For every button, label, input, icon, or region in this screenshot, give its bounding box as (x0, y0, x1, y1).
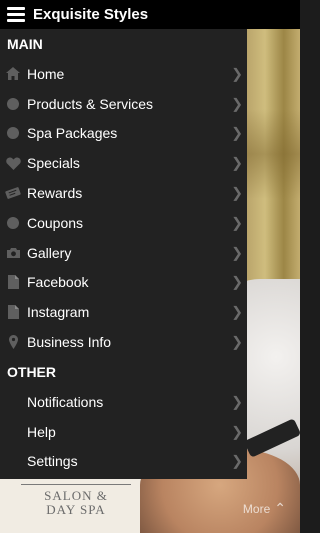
menu-icon[interactable] (3, 0, 29, 29)
camera-icon (0, 247, 26, 259)
chevron-right-icon: ❯ (231, 124, 243, 141)
home-icon (0, 67, 26, 81)
drawer-item-home[interactable]: Home ❯ (0, 59, 247, 89)
chevron-right-icon: ❯ (231, 65, 243, 82)
drawer-item-label: Settings (27, 453, 78, 470)
app-bar: Exquisite Styles (0, 0, 300, 29)
drawer-item-label: Coupons (27, 214, 84, 231)
drawer-item-label: Products & Services (27, 95, 154, 112)
heart-icon (0, 157, 26, 170)
drawer-item-help[interactable]: Help ❯ (0, 417, 247, 447)
section-header-main: MAIN (7, 36, 43, 52)
logo-line-2: DAY SPA (46, 502, 106, 517)
chevron-right-icon: ❯ (231, 184, 243, 201)
document-icon (0, 305, 26, 320)
chevron-up-icon: ⌃ (274, 500, 286, 516)
more-button[interactable]: More ⌃ (243, 500, 286, 517)
drawer-item-spa-packages[interactable]: Spa Packages ❯ (0, 119, 247, 149)
drawer-item-label: Home (27, 65, 65, 82)
drawer-item-notifications[interactable]: Notifications ❯ (0, 387, 247, 417)
circle-icon (0, 97, 26, 110)
drawer-item-rewards[interactable]: Rewards ❯ (0, 178, 247, 208)
chevron-right-icon: ❯ (231, 452, 243, 469)
chevron-right-icon: ❯ (231, 393, 243, 410)
drawer-item-settings[interactable]: Settings ❯ (0, 447, 247, 477)
document-icon (0, 275, 26, 290)
drawer-item-label: Notifications (27, 393, 104, 410)
chevron-right-icon: ❯ (231, 423, 243, 440)
chevron-right-icon: ❯ (231, 333, 243, 350)
chevron-right-icon: ❯ (231, 303, 243, 320)
chevron-right-icon: ❯ (231, 214, 243, 231)
chevron-right-icon: ❯ (231, 244, 243, 261)
salon-logo: SALON & DAY SPA (16, 484, 136, 517)
drawer-item-label: Business Info (27, 334, 112, 351)
location-pin-icon (0, 335, 26, 350)
ticket-icon (0, 187, 26, 199)
drawer-item-label: Gallery (27, 244, 72, 261)
navigation-drawer: MAIN Home ❯ Products & Services ❯ Spa Pa… (0, 29, 247, 479)
drawer-item-label: Facebook (27, 274, 89, 291)
drawer-item-label: Spa Packages (27, 125, 118, 142)
app-title: Exquisite Styles (33, 6, 149, 23)
more-label: More (242, 501, 271, 516)
drawer-item-label: Rewards (27, 185, 83, 202)
drawer-item-products-services[interactable]: Products & Services ❯ (0, 89, 247, 119)
chevron-right-icon: ❯ (231, 95, 243, 112)
drawer-item-coupons[interactable]: Coupons ❯ (0, 208, 247, 238)
drawer-item-label: Instagram (27, 304, 90, 321)
chevron-right-icon: ❯ (231, 154, 243, 171)
chevron-right-icon: ❯ (231, 273, 243, 290)
circle-icon (0, 127, 26, 140)
drawer-item-label: Specials (27, 155, 80, 172)
background-image-gold (246, 29, 300, 291)
logo-line-1: SALON & (44, 488, 108, 503)
circle-icon (0, 216, 26, 229)
drawer-item-facebook[interactable]: Facebook ❯ (0, 268, 247, 298)
drawer-item-gallery[interactable]: Gallery ❯ (0, 238, 247, 268)
drawer-item-specials[interactable]: Specials ❯ (0, 148, 247, 178)
logo-rule (21, 484, 131, 485)
section-header-other: OTHER (7, 363, 56, 380)
drawer-item-business-info[interactable]: Business Info ❯ (0, 327, 247, 357)
drawer-item-label: Help (27, 423, 56, 440)
drawer-item-instagram[interactable]: Instagram ❯ (0, 297, 247, 327)
